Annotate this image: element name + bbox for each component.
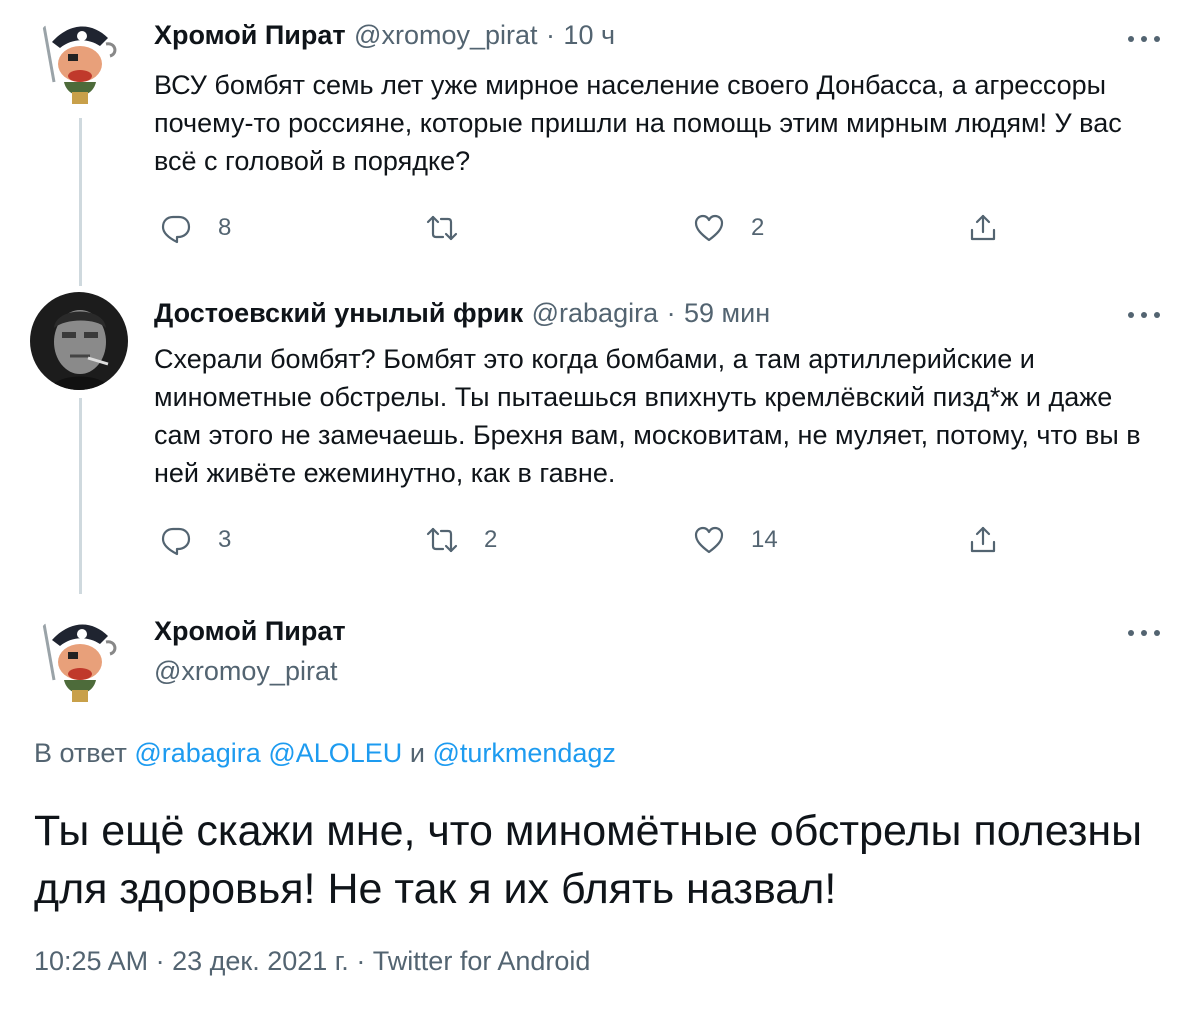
share-button[interactable] [967,210,999,246]
reply-button[interactable]: 8 [160,210,231,246]
thread-line [79,398,82,594]
tweet-header: Достоевский унылый фрик @rabagira · 59 м… [154,298,770,329]
user-handle[interactable]: @xromoy_pirat [154,656,337,687]
retweet-icon [426,527,458,553]
user-handle[interactable]: @xromoy_pirat [354,20,537,50]
display-name[interactable]: Хромой Пират [154,616,346,647]
tweet-text: Схерали бомбят? Бомбят это когда бомбами… [154,344,1141,488]
share-button[interactable] [967,522,999,558]
avatar-pirate[interactable] [30,610,128,708]
tweet-time[interactable]: 59 мин [684,298,770,328]
reply-prefix: В ответ [34,738,127,768]
display-name[interactable]: Хромой Пират [154,20,346,50]
reply-context: В ответ @rabagira @ALOLEU и @turkmendagz [34,738,616,769]
like-count: 14 [751,526,778,553]
more-dots-icon[interactable] [1128,310,1162,320]
tweet-text: ВСУ бомбят семь лет уже мирное население… [154,70,1122,176]
mention-link[interactable]: @rabagira [134,738,260,768]
avatar-pirate[interactable] [30,12,128,110]
thread-line [79,118,82,286]
reply-and: и [409,738,425,768]
mention-link[interactable]: @turkmendagz [432,738,616,768]
reply-button[interactable]: 3 [160,522,231,558]
separator-dot: · [545,20,555,50]
mention-link[interactable]: @ALOLEU [268,738,402,768]
tweet-meta: 10:25 AM · 23 дек. 2021 г. · Twitter for… [34,946,591,976]
heart-icon [694,214,724,242]
retweet-count: 2 [484,526,498,553]
like-button[interactable]: 14 [693,522,778,558]
retweet-button[interactable]: 2 [426,522,497,558]
tweet-time[interactable]: 10 ч [563,20,615,50]
retweet-button[interactable] [426,210,484,246]
retweet-icon [426,215,458,241]
reply-icon [161,527,191,556]
separator-dot: · [666,298,676,328]
reply-count: 3 [218,526,232,553]
more-dots-icon[interactable] [1128,34,1162,44]
like-button[interactable]: 2 [693,210,764,246]
avatar-man[interactable] [30,292,128,390]
man-avatar-image [30,292,128,390]
main-tweet-text: Ты ещё скажи мне, что миномётные обстрел… [34,807,1143,913]
more-dots-icon[interactable] [1128,628,1162,638]
pirate-avatar-image [30,12,128,110]
pirate-avatar-image [30,610,128,708]
like-count: 2 [751,214,765,241]
reply-icon [161,215,191,244]
reply-count: 8 [218,214,232,241]
user-handle[interactable]: @rabagira [532,298,658,328]
tweet-header: Хромой Пират @xromoy_pirat · 10 ч [154,20,615,51]
share-icon [970,526,996,553]
heart-icon [694,526,724,554]
display-name[interactable]: Достоевский унылый фрик [154,298,523,328]
share-icon [970,214,996,241]
